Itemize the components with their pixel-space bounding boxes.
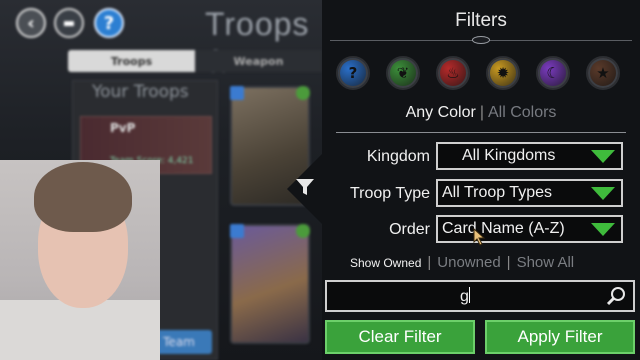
help-icon: ?: [103, 12, 115, 34]
kingdom-value: All Kingdoms: [462, 147, 556, 164]
kingdom-badge-icon: [230, 86, 244, 100]
troop-type-label: Troop Type: [349, 185, 430, 202]
purple-orb-icon[interactable]: ☾: [536, 56, 570, 90]
ownership-separator: |: [506, 254, 511, 271]
show-owned-option[interactable]: Show Owned: [350, 256, 421, 270]
search-icon[interactable]: [605, 285, 627, 307]
ownership-filter: Show Owned | Unowned | Show All: [350, 254, 640, 272]
pvp-label: PvP: [110, 121, 136, 135]
back-button[interactable]: ‹: [16, 8, 46, 38]
kingdom-badge-icon: [230, 224, 244, 238]
webcam-overlay: [0, 160, 160, 360]
dropdown-arrow-icon: [591, 223, 615, 236]
back-arrow-icon: ‹: [27, 12, 35, 34]
tab-troops[interactable]: Troops: [68, 50, 195, 72]
filter-panel: Filters ? ❦ ♨ ✹ ☾ ★ Any Color | All Colors…: [322, 0, 640, 360]
order-label: Order: [389, 221, 430, 238]
order-dropdown[interactable]: Card Name (A-Z): [436, 215, 623, 243]
apply-filter-button[interactable]: Apply Filter: [485, 320, 635, 354]
funnel-icon[interactable]: [292, 174, 318, 200]
mouse-pointer-icon: [473, 228, 486, 246]
any-color-option[interactable]: Any Color: [406, 104, 476, 121]
kingdom-label: Kingdom: [366, 148, 430, 165]
clear-filter-button[interactable]: Clear Filter: [325, 320, 475, 354]
color-orb-row: ? ❦ ♨ ✹ ☾ ★: [336, 56, 636, 90]
order-value: Card Name (A-Z): [442, 220, 565, 237]
your-troops-heading: Your Troops: [92, 82, 189, 102]
section-divider: [336, 132, 626, 133]
chat-button[interactable]: ▬: [54, 8, 84, 38]
text-cursor: [468, 287, 470, 303]
troop-type-dropdown[interactable]: All Troop Types: [436, 179, 623, 207]
unowned-option[interactable]: Unowned: [437, 254, 500, 271]
color-mode-toggle: Any Color | All Colors: [322, 104, 640, 122]
troop-type-value: All Troop Types: [442, 184, 552, 201]
color-mode-separator: |: [479, 104, 484, 121]
red-orb-icon[interactable]: ♨: [436, 56, 470, 90]
help-button[interactable]: ?: [94, 8, 124, 38]
green-orb-icon[interactable]: ❦: [386, 56, 420, 90]
kingdom-dropdown[interactable]: All Kingdoms: [436, 142, 623, 170]
filters-title: Filters: [455, 10, 507, 31]
troop-card[interactable]: [230, 224, 310, 344]
blue-orb-icon[interactable]: ?: [336, 56, 370, 90]
color-badge-icon: [296, 86, 310, 100]
ownership-separator: |: [427, 254, 432, 271]
dropdown-arrow-icon: [591, 150, 615, 163]
show-all-option[interactable]: Show All: [517, 254, 575, 271]
troop-tabs: Troops Weapon: [68, 50, 322, 72]
divider-ornament-icon: [472, 36, 490, 44]
yellow-orb-icon[interactable]: ✹: [486, 56, 520, 90]
game-background: ‹ ▬ ? Troops & Troops Weapon Your Troops…: [0, 0, 322, 360]
webcam-person-hair: [34, 162, 132, 232]
brown-orb-icon[interactable]: ★: [586, 56, 620, 90]
color-badge-icon: [296, 224, 310, 238]
search-input[interactable]: g: [325, 280, 635, 312]
chat-icon: ▬: [62, 15, 76, 31]
dropdown-arrow-icon: [591, 187, 615, 200]
webcam-person-shirt: [0, 300, 160, 360]
all-colors-option[interactable]: All Colors: [488, 104, 556, 121]
search-value: g: [460, 288, 469, 305]
tab-weapon[interactable]: Weapon: [195, 50, 322, 72]
